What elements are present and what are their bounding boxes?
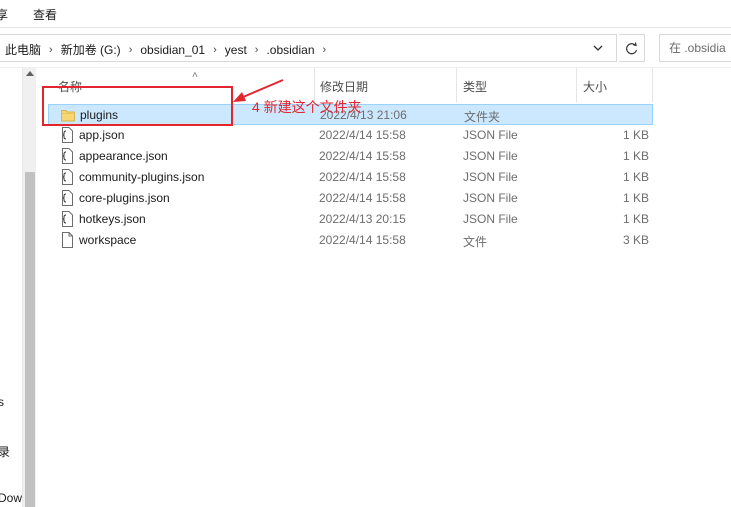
navigation-pane: s 录 Dow (0, 68, 22, 507)
address-bar[interactable]: 此电脑 › 新加卷 (G:) › obsidian_01 › yest › .o… (0, 34, 617, 62)
refresh-button[interactable] (619, 34, 645, 62)
annotation-highlight-box (42, 86, 233, 126)
search-input[interactable] (660, 35, 731, 61)
breadcrumb-yest[interactable]: yest (225, 43, 247, 57)
breadcrumb: 此电脑 › 新加卷 (G:) › obsidian_01 › yest › .o… (5, 41, 334, 58)
json-file-icon (62, 190, 73, 206)
address-row: 此电脑 › 新加卷 (G:) › obsidian_01 › yest › .o… (0, 28, 731, 68)
ribbon-tab-share[interactable]: 享 (0, 6, 8, 23)
nav-item-fragment[interactable]: 录 (0, 443, 10, 460)
ribbon-tabs: 享 查看 (0, 0, 731, 28)
file-row-hotkeys-json[interactable]: hotkeys.json 2022/4/13 20:15 JSON File 1… (48, 209, 653, 230)
annotation-text: 4 新建这个文件夹 (252, 99, 362, 115)
json-file-icon (62, 211, 73, 227)
file-row-community-plugins-json[interactable]: community-plugins.json 2022/4/14 15:58 J… (48, 167, 653, 188)
search-box[interactable] (659, 34, 731, 62)
json-file-icon (62, 127, 73, 143)
file-list: 名称 ˄ 修改日期 类型 大小 plugins 2022/4/13 21:06 … (37, 68, 731, 507)
breadcrumb-drive-g[interactable]: 新加卷 (G:) (61, 41, 121, 58)
chevron-right-icon[interactable]: › (255, 44, 259, 56)
json-file-icon (62, 169, 73, 185)
json-file-icon (62, 148, 73, 164)
file-row-core-plugins-json[interactable]: core-plugins.json 2022/4/14 15:58 JSON F… (48, 188, 653, 209)
chevron-right-icon[interactable]: › (323, 44, 327, 56)
scrollbar-thumb[interactable] (25, 172, 35, 507)
scroll-up-icon[interactable] (26, 71, 34, 76)
file-row-workspace[interactable]: workspace 2022/4/14 15:58 文件 3 KB (48, 230, 653, 251)
column-header-type[interactable]: 类型 (457, 68, 577, 102)
breadcrumb-this-pc[interactable]: 此电脑 (5, 41, 41, 58)
file-row-appearance-json[interactable]: appearance.json 2022/4/14 15:58 JSON Fil… (48, 146, 653, 167)
sort-ascending-icon: ˄ (192, 70, 198, 81)
chevron-down-icon[interactable] (591, 42, 605, 54)
ribbon-tab-view[interactable]: 查看 (33, 6, 57, 23)
nav-item-fragment[interactable]: Dow (0, 491, 22, 505)
blank-file-icon (62, 232, 73, 248)
nav-scrollbar[interactable] (22, 68, 36, 507)
chevron-right-icon[interactable]: › (213, 44, 217, 56)
breadcrumb-obsidian-folder[interactable]: .obsidian (266, 43, 314, 57)
refresh-icon (626, 42, 638, 55)
chevron-right-icon[interactable]: › (49, 44, 53, 56)
file-row-app-json[interactable]: app.json 2022/4/14 15:58 JSON File 1 KB (48, 125, 653, 146)
breadcrumb-obsidian-01[interactable]: obsidian_01 (140, 43, 205, 57)
chevron-right-icon[interactable]: › (129, 44, 133, 56)
nav-item-fragment[interactable]: s (0, 395, 4, 409)
column-header-size[interactable]: 大小 (577, 68, 653, 102)
